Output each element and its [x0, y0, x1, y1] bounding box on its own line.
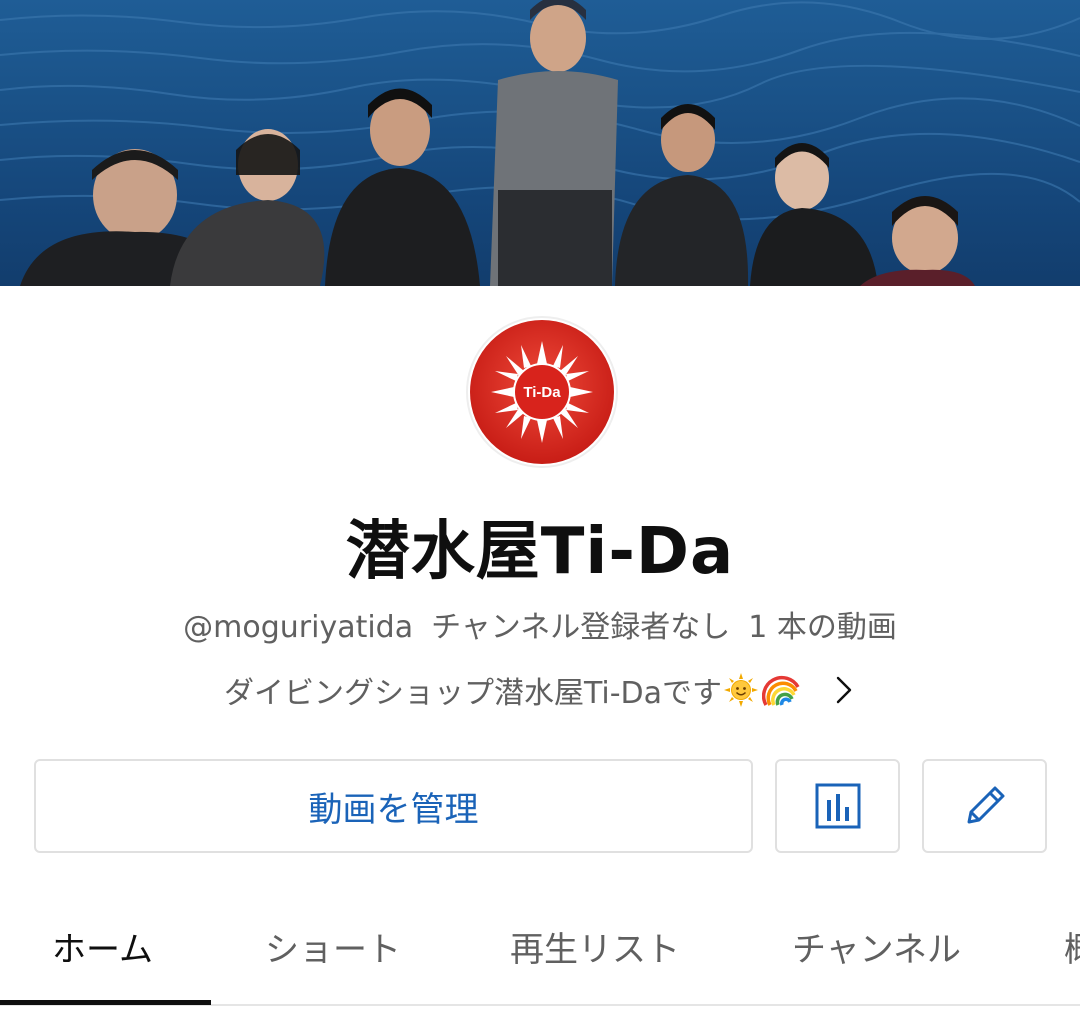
channel-description[interactable]: ダイビングショップ潜水屋Ti-Daです — [0, 668, 1080, 712]
channel-avatar[interactable]: Ti-Da — [466, 316, 618, 468]
subscriber-count: チャンネル登録者なし — [431, 610, 731, 645]
analytics-button[interactable] — [775, 759, 900, 853]
manage-videos-button[interactable]: 動画を管理 — [34, 759, 753, 853]
tab-playlists[interactable]: 再生リスト — [510, 922, 680, 971]
channel-name: 潜水屋Ti-Da — [345, 515, 735, 589]
channel-tabs: ホーム ショート 再生リスト チャンネル 概 — [0, 896, 1080, 1006]
tab-shorts[interactable]: ショート — [265, 922, 401, 971]
tab-channels[interactable]: チャンネル — [792, 922, 961, 971]
edit-channel-button[interactable] — [922, 759, 1047, 853]
active-tab-indicator — [0, 1000, 211, 1005]
manage-videos-label: 動画を管理 — [308, 789, 479, 830]
channel-banner — [0, 0, 1080, 286]
channel-meta: @moguriyatida チャンネル登録者なし 1 本の動画 — [0, 602, 1080, 646]
chevron-right-icon — [836, 676, 852, 704]
banner-photo — [0, 0, 1080, 286]
sun-emoji-icon — [724, 673, 759, 707]
channel-handle: @moguriyatida — [183, 610, 414, 645]
description-text: ダイビングショップ潜水屋Ti-Daです — [223, 676, 723, 711]
video-count: 1 本の動画 — [748, 610, 897, 645]
svg-text:Ti-Da: Ti-Da — [523, 384, 561, 401]
pencil-icon — [967, 786, 1004, 824]
bar-chart-icon — [815, 783, 860, 829]
tab-home[interactable]: ホーム — [52, 922, 153, 971]
rainbow-emoji-icon — [762, 675, 800, 706]
tab-about[interactable]: 概 — [1064, 922, 1080, 971]
tida-logo-icon: Ti-Da — [470, 320, 614, 464]
